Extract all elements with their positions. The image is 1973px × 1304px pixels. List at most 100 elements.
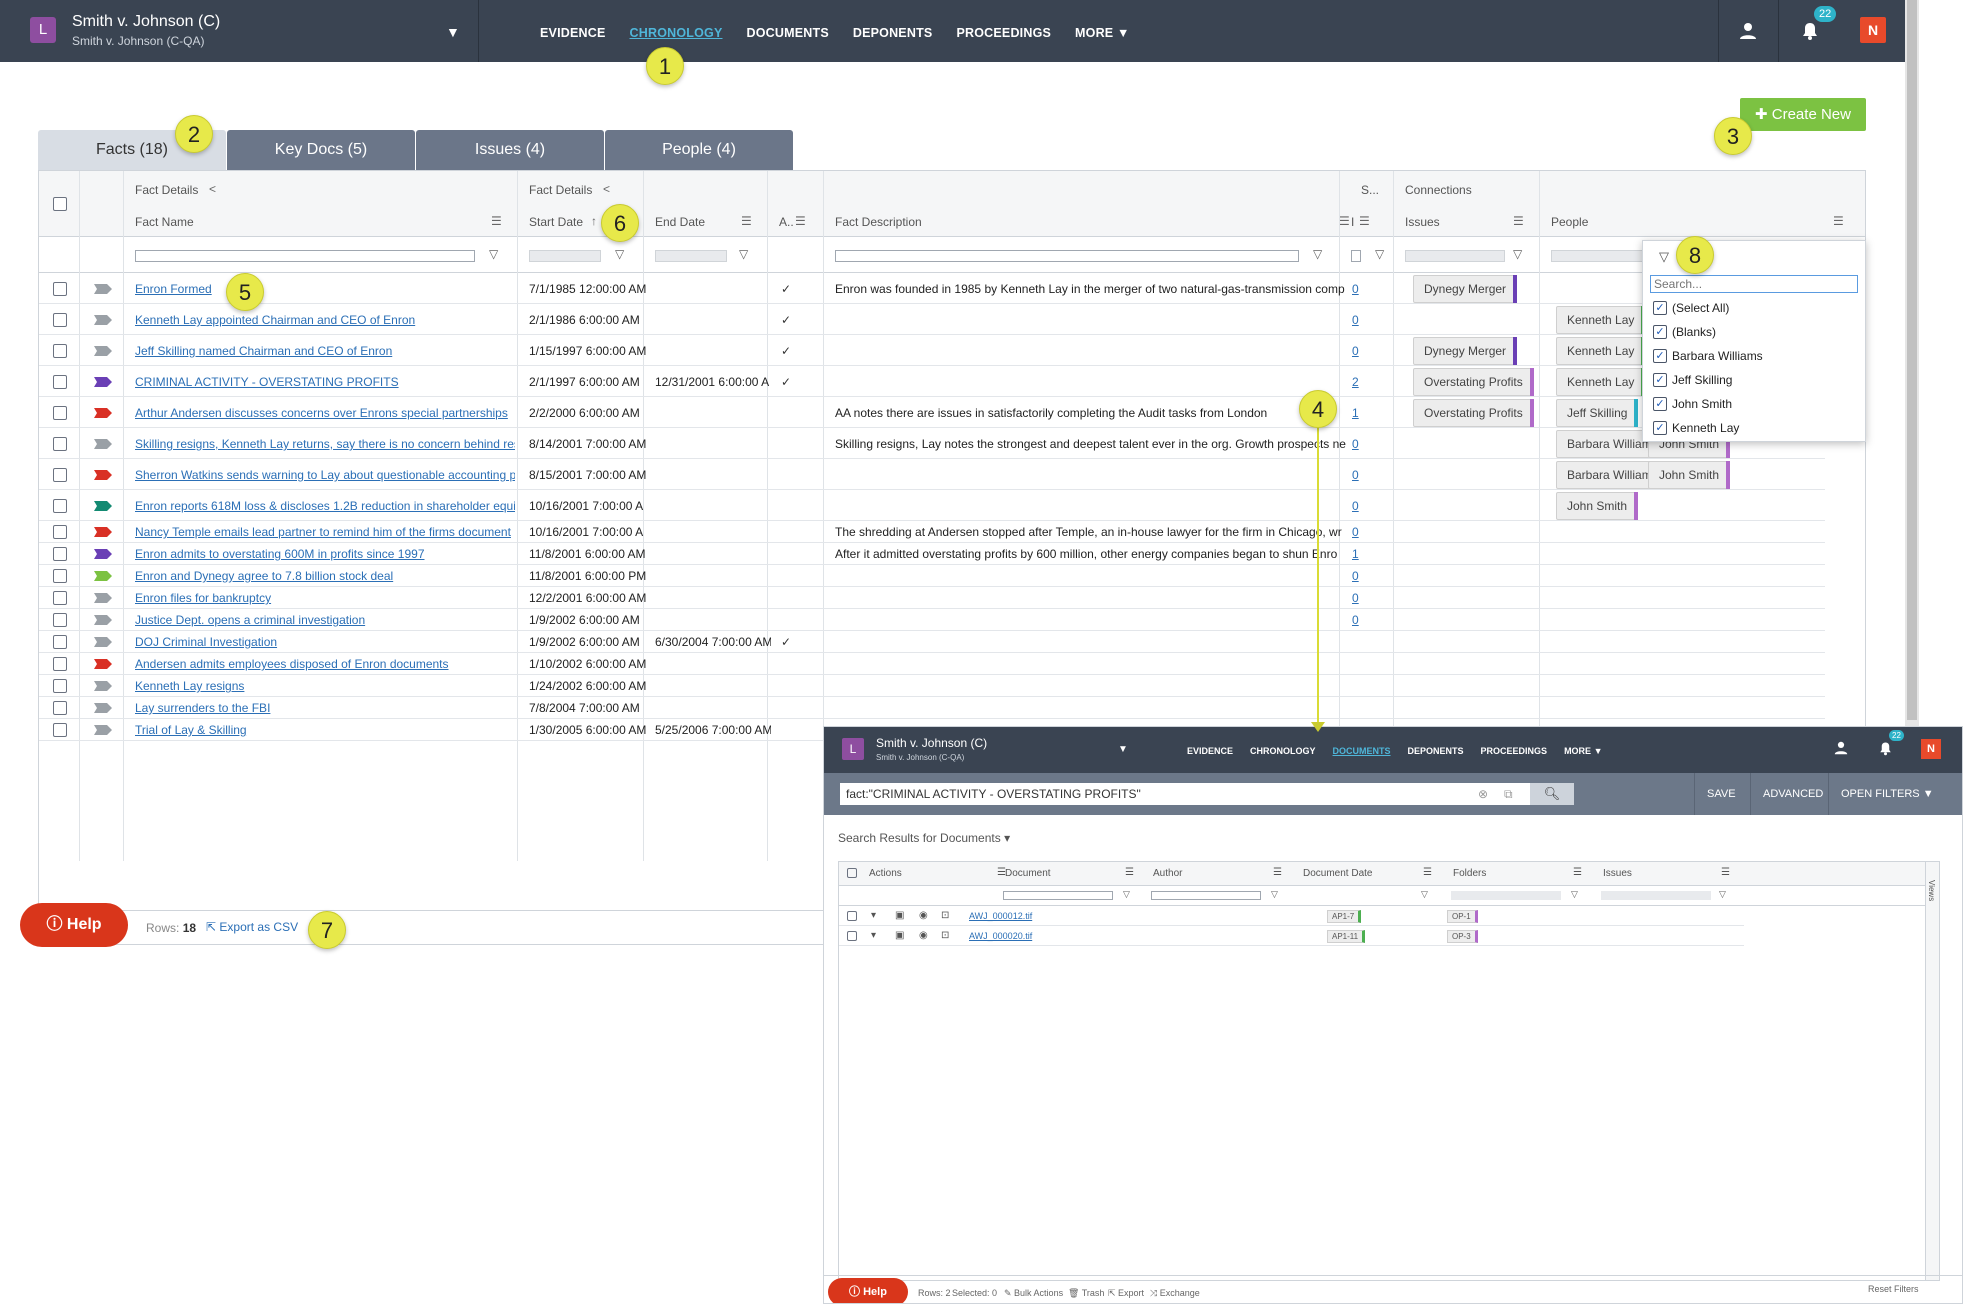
- clear-search-icon[interactable]: ⊗: [1478, 787, 1488, 801]
- document-link[interactable]: AWJ_000020.tif: [969, 931, 1032, 941]
- row-checkbox[interactable]: [53, 468, 67, 482]
- row-checkbox[interactable]: [53, 344, 67, 358]
- fact-name-link[interactable]: Arthur Andersen discusses concerns over …: [135, 406, 515, 420]
- fact-flag-icon[interactable]: [94, 283, 112, 294]
- fact-name-link[interactable]: Sherron Watkins sends warning to Lay abo…: [135, 468, 515, 482]
- person-chip[interactable]: John Smith: [1648, 461, 1731, 489]
- start-date-filter-input[interactable]: [529, 250, 601, 262]
- issue-chip[interactable]: OP-1: [1447, 910, 1478, 923]
- row-checkbox[interactable]: [53, 375, 67, 389]
- image-icon[interactable]: ▣: [895, 910, 904, 921]
- filter-funnel-icon[interactable]: ▽: [1719, 889, 1726, 900]
- inset-col-document-date[interactable]: Document Date: [1303, 868, 1372, 879]
- inset-col-author[interactable]: Author: [1153, 868, 1182, 879]
- filter-option[interactable]: ✓ Jeff Skilling: [1653, 373, 1732, 387]
- person-chip[interactable]: Jeff Skilling: [1556, 399, 1639, 427]
- inset-brand-logo-icon[interactable]: N: [1921, 739, 1941, 759]
- image-icon[interactable]: ▣: [895, 930, 904, 941]
- row-checkbox[interactable]: [53, 613, 67, 627]
- filter-funnel-icon[interactable]: ▽: [489, 247, 498, 261]
- issues-filter-input[interactable]: [1601, 891, 1711, 900]
- fact-flag-icon[interactable]: [94, 526, 112, 537]
- fact-flag-icon[interactable]: [94, 438, 112, 449]
- row-checkbox[interactable]: [53, 657, 67, 671]
- fact-name-link[interactable]: Justice Dept. opens a criminal investiga…: [135, 613, 515, 627]
- filter-funnel-icon[interactable]: ▽: [739, 247, 748, 261]
- inset-case-avatar[interactable]: L: [842, 738, 864, 760]
- fact-name-link[interactable]: Enron and Dynegy agree to 7.8 billion st…: [135, 569, 515, 583]
- inset-col-actions[interactable]: Actions: [869, 868, 902, 879]
- issues-filter-input[interactable]: [1405, 250, 1505, 262]
- sort-asc-icon[interactable]: ↑: [591, 214, 597, 228]
- export-csv-link[interactable]: ⇱ Export as CSV: [206, 920, 298, 934]
- fact-flag-icon[interactable]: [94, 680, 112, 691]
- filter-funnel-icon[interactable]: ▽: [1271, 889, 1278, 900]
- row-checkbox[interactable]: [53, 525, 67, 539]
- inset-search-input[interactable]: fact:"CRIMINAL ACTIVITY - OVERSTATING PR…: [840, 783, 1530, 805]
- fact-flag-icon[interactable]: [94, 548, 112, 559]
- group-header-fact-details[interactable]: Fact Details: [135, 183, 198, 197]
- person-chip[interactable]: Kenneth Lay: [1556, 337, 1646, 365]
- column-menu-icon[interactable]: ☰: [491, 214, 502, 228]
- source-count-link[interactable]: 1: [1352, 547, 1359, 561]
- fact-name-link[interactable]: Nancy Temple emails lead partner to remi…: [135, 525, 515, 539]
- collapse-group-chevron-icon[interactable]: <: [209, 182, 216, 196]
- row-checkbox[interactable]: [53, 499, 67, 513]
- folders-filter-input[interactable]: [1451, 891, 1561, 900]
- row-checkbox[interactable]: [53, 723, 67, 737]
- source-count-link[interactable]: 0: [1352, 344, 1359, 358]
- filter-option[interactable]: ✓ (Select All): [1653, 301, 1729, 315]
- source-count-link[interactable]: 0: [1352, 282, 1359, 296]
- issue-chip[interactable]: Dynegy Merger: [1413, 275, 1518, 303]
- nav-chronology[interactable]: CHRONOLOGY: [630, 26, 723, 40]
- present-icon[interactable]: ⊡: [941, 930, 949, 941]
- user-icon[interactable]: [1718, 0, 1778, 62]
- exchange-link[interactable]: ⤨ Exchange: [1150, 1288, 1200, 1299]
- end-date-filter-input[interactable]: [655, 250, 727, 262]
- inset-nav-more[interactable]: MORE ▼: [1564, 746, 1602, 756]
- fact-name-link[interactable]: Enron files for bankruptcy: [135, 591, 515, 605]
- fact-flag-icon[interactable]: [94, 376, 112, 387]
- column-menu-icon[interactable]: ☰: [1721, 867, 1730, 878]
- fact-name-link[interactable]: Enron reports 618M loss & discloses 1.2B…: [135, 499, 515, 513]
- tab-key[interactable]: Key Docs (5): [227, 130, 415, 170]
- fact-name-link[interactable]: Trial of Lay & Skilling: [135, 723, 515, 737]
- select-all-checkbox[interactable]: [53, 197, 67, 211]
- filter-funnel-icon[interactable]: ▽: [1375, 247, 1384, 261]
- fact-description-filter-input[interactable]: [835, 250, 1299, 262]
- fact-name-link[interactable]: Enron Formed: [135, 282, 515, 296]
- reset-filters-link[interactable]: Reset Filters: [1868, 1284, 1919, 1294]
- column-menu-icon[interactable]: ☰: [1513, 214, 1524, 228]
- fact-name-link[interactable]: Kenneth Lay appointed Chairman and CEO o…: [135, 313, 515, 327]
- column-menu-icon[interactable]: ☰: [1125, 867, 1134, 878]
- view-eye-icon[interactable]: ◉: [919, 930, 928, 941]
- fact-flag-icon[interactable]: [94, 724, 112, 735]
- col-header-fact-name[interactable]: Fact Name: [135, 215, 194, 229]
- filter-funnel-icon[interactable]: ▽: [1123, 889, 1130, 900]
- fact-flag-icon[interactable]: [94, 469, 112, 480]
- issue-chip[interactable]: Overstating Profits: [1413, 368, 1534, 396]
- fact-name-filter-input[interactable]: [135, 250, 475, 262]
- checked-checkbox-icon[interactable]: ✓: [1653, 373, 1667, 387]
- expand-chevron-icon[interactable]: ▾: [871, 930, 876, 941]
- person-chip[interactable]: Kenneth Lay: [1556, 368, 1646, 396]
- fact-name-link[interactable]: Enron admits to overstating 600M in prof…: [135, 547, 515, 561]
- case-switcher-caret-icon[interactable]: ▼: [446, 24, 460, 40]
- row-checkbox[interactable]: [53, 591, 67, 605]
- brand-logo-icon[interactable]: N: [1860, 17, 1886, 43]
- col-header-end-date[interactable]: End Date: [655, 215, 705, 229]
- filter-option[interactable]: ✓ Kenneth Lay: [1653, 421, 1739, 435]
- filter-funnel-icon[interactable]: ▽: [1571, 889, 1578, 900]
- col-header-a[interactable]: A..: [779, 215, 794, 229]
- fact-flag-icon[interactable]: [94, 314, 112, 325]
- nav-proceedings[interactable]: PROCEEDINGS: [956, 26, 1051, 40]
- inset-case-title[interactable]: Smith v. Johnson (C): [876, 736, 987, 750]
- column-menu-icon[interactable]: ☰: [795, 214, 806, 228]
- inset-nav-chronology[interactable]: CHRONOLOGY: [1250, 746, 1316, 756]
- fact-flag-icon[interactable]: [94, 702, 112, 713]
- checked-checkbox-icon[interactable]: ✓: [1653, 421, 1667, 435]
- inset-col-issues[interactable]: Issues: [1603, 868, 1632, 879]
- inset-col-folders[interactable]: Folders: [1453, 868, 1486, 879]
- inset-select-all-checkbox[interactable]: [847, 868, 857, 878]
- checked-checkbox-icon[interactable]: ✓: [1653, 301, 1667, 315]
